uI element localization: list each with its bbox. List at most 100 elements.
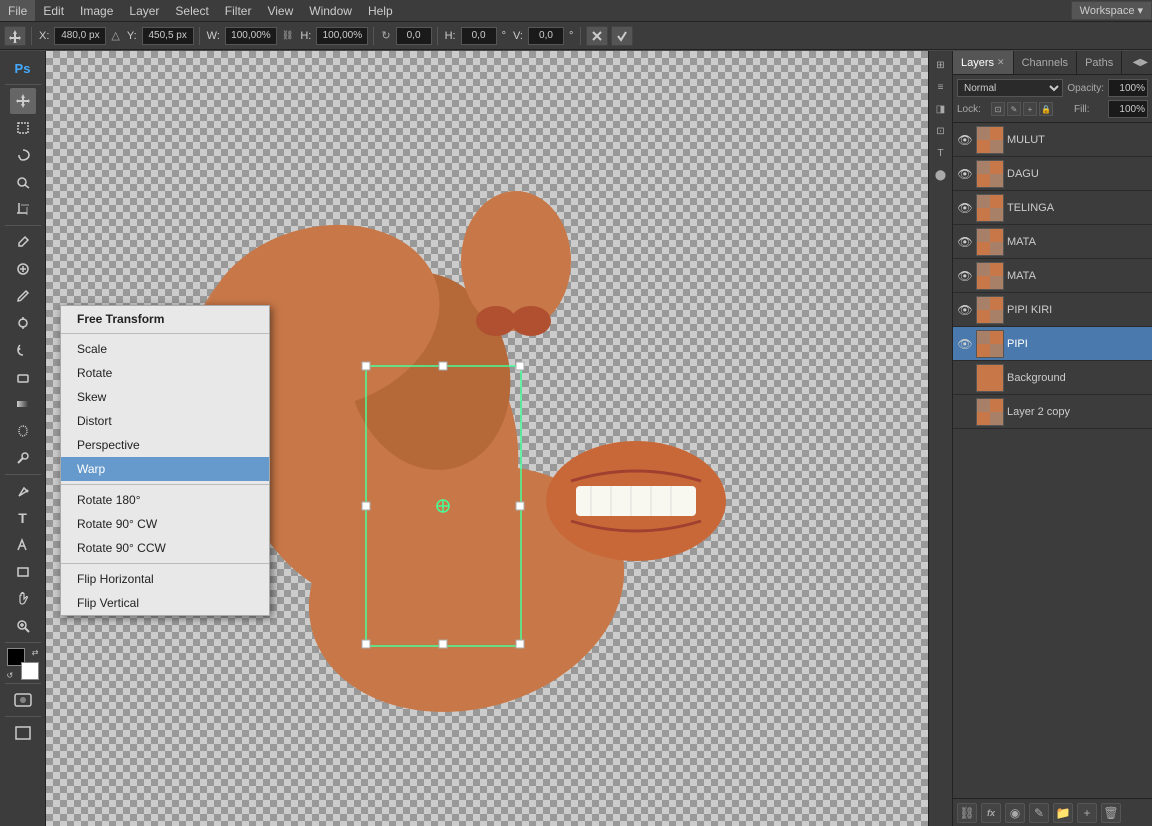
dodge-tool[interactable]: [10, 445, 36, 471]
h2-input[interactable]: [461, 27, 497, 45]
hand-tool[interactable]: [10, 586, 36, 612]
layer-item-dagu[interactable]: 👁 DAGU: [953, 157, 1152, 191]
menu-help[interactable]: Help: [360, 0, 401, 21]
foreground-background-colors[interactable]: ⇄ ↺: [7, 648, 39, 680]
fill-input[interactable]: [1108, 100, 1148, 118]
link-layers-icon[interactable]: ⛓: [957, 803, 977, 823]
menu-view[interactable]: View: [259, 0, 301, 21]
path-selection-tool[interactable]: [10, 532, 36, 558]
x-coord-input[interactable]: [54, 27, 106, 45]
ctx-rotate[interactable]: Rotate: [61, 361, 269, 385]
pen-tool[interactable]: [10, 478, 36, 504]
layer-item-background[interactable]: 👁 Background: [953, 361, 1152, 395]
layer-visibility-pipi[interactable]: 👁: [957, 336, 973, 352]
lock-position-icon[interactable]: +: [1023, 102, 1037, 116]
panel-arrow-icon[interactable]: ◀▶: [1129, 57, 1152, 68]
zoom-tool[interactable]: [10, 613, 36, 639]
lasso-tool[interactable]: [10, 142, 36, 168]
ctx-rotate-180[interactable]: Rotate 180°: [61, 488, 269, 512]
layer-item-pipi[interactable]: 👁 PIPI: [953, 327, 1152, 361]
layer-visibility-mata-2[interactable]: 👁: [957, 268, 973, 284]
ctx-scale[interactable]: Scale: [61, 337, 269, 361]
lock-transparent-icon[interactable]: ⊡: [991, 102, 1005, 116]
rectangle-shape-tool[interactable]: [10, 559, 36, 585]
move-tool[interactable]: [10, 88, 36, 114]
new-layer-icon[interactable]: +: [1077, 803, 1097, 823]
side-icon-5[interactable]: T: [931, 143, 951, 163]
lock-all-icon[interactable]: 🔒: [1039, 102, 1053, 116]
layer-item-pipi-kiri[interactable]: 👁 PIPI KIRI: [953, 293, 1152, 327]
delete-layer-icon[interactable]: 🗑: [1101, 803, 1121, 823]
layer-visibility-pipi-kiri[interactable]: 👁: [957, 302, 973, 318]
rotate-input[interactable]: [396, 27, 432, 45]
ctx-warp[interactable]: Warp: [61, 457, 269, 481]
layer-visibility-mata-1[interactable]: 👁: [957, 234, 973, 250]
layer-item-mulut[interactable]: 👁 MULUT: [953, 123, 1152, 157]
menu-select[interactable]: Select: [167, 0, 216, 21]
move-tool-icon[interactable]: [4, 26, 26, 46]
clone-stamp-tool[interactable]: [10, 310, 36, 336]
side-icon-6[interactable]: ⬤: [931, 165, 951, 185]
ctx-skew[interactable]: Skew: [61, 385, 269, 409]
y-coord-input[interactable]: [142, 27, 194, 45]
layer-visibility-mulut[interactable]: 👁: [957, 132, 973, 148]
lock-image-icon[interactable]: ✎: [1007, 102, 1021, 116]
menu-window[interactable]: Window: [301, 0, 360, 21]
rectangular-marquee-tool[interactable]: [10, 115, 36, 141]
brush-tool[interactable]: [10, 283, 36, 309]
v-input[interactable]: [528, 27, 564, 45]
spot-healing-tool[interactable]: [10, 256, 36, 282]
layer-visibility-telinga[interactable]: 👁: [957, 200, 973, 216]
blend-mode-select[interactable]: Normal Multiply Screen: [957, 79, 1063, 97]
ctx-rotate-90ccw[interactable]: Rotate 90° CCW: [61, 536, 269, 560]
eraser-tool[interactable]: [10, 364, 36, 390]
cancel-transform-icon[interactable]: [586, 26, 608, 46]
side-icon-2[interactable]: ≡: [931, 77, 951, 97]
layer-item-layer2copy[interactable]: 👁 Layer 2 copy: [953, 395, 1152, 429]
quick-selection-tool[interactable]: [10, 169, 36, 195]
screen-mode-tool[interactable]: [10, 720, 36, 746]
tab-channels[interactable]: Channels: [1014, 51, 1077, 74]
default-colors-icon[interactable]: ↺: [7, 671, 14, 680]
add-fx-icon[interactable]: fx: [981, 803, 1001, 823]
tab-layers[interactable]: Layers ✕: [953, 51, 1014, 74]
side-icon-3[interactable]: ◨: [931, 99, 951, 119]
adjustment-layer-icon[interactable]: ✎: [1029, 803, 1049, 823]
crop-tool[interactable]: [10, 196, 36, 222]
tab-paths[interactable]: Paths: [1077, 51, 1122, 74]
add-mask-icon[interactable]: ◉: [1005, 803, 1025, 823]
menu-filter[interactable]: Filter: [217, 0, 260, 21]
ctx-rotate-90cw[interactable]: Rotate 90° CW: [61, 512, 269, 536]
menu-layer[interactable]: Layer: [121, 0, 167, 21]
swap-colors-icon[interactable]: ⇄: [32, 648, 39, 657]
background-color[interactable]: [21, 662, 39, 680]
gradient-tool[interactable]: [10, 391, 36, 417]
h-input[interactable]: [316, 27, 368, 45]
toolbar-separator-3: [373, 27, 374, 45]
menu-file[interactable]: File: [0, 0, 35, 21]
ctx-free-transform[interactable]: Free Transform: [61, 306, 269, 330]
side-icon-1[interactable]: ⊞: [931, 55, 951, 75]
history-brush-tool[interactable]: [10, 337, 36, 363]
layer-item-telinga[interactable]: 👁 TELINGA: [953, 191, 1152, 225]
eyedropper-tool[interactable]: [10, 229, 36, 255]
workspace-button[interactable]: Workspace ▾: [1071, 1, 1152, 20]
quick-mask-tool[interactable]: [10, 687, 36, 713]
ctx-flip-horizontal[interactable]: Flip Horizontal: [61, 567, 269, 591]
layer-item-mata-1[interactable]: 👁 MATA: [953, 225, 1152, 259]
layer-item-mata-2[interactable]: 👁 MATA: [953, 259, 1152, 293]
opacity-input[interactable]: [1108, 79, 1148, 97]
layer-visibility-dagu[interactable]: 👁: [957, 166, 973, 182]
menu-edit[interactable]: Edit: [35, 0, 72, 21]
w-input[interactable]: [225, 27, 277, 45]
side-icon-4[interactable]: ⊡: [931, 121, 951, 141]
blur-tool[interactable]: [10, 418, 36, 444]
menu-image[interactable]: Image: [72, 0, 121, 21]
new-group-icon[interactable]: 📁: [1053, 803, 1073, 823]
commit-transform-icon[interactable]: [611, 26, 633, 46]
ctx-perspective[interactable]: Perspective: [61, 433, 269, 457]
tab-layers-close[interactable]: ✕: [997, 57, 1005, 68]
ctx-flip-vertical[interactable]: Flip Vertical: [61, 591, 269, 615]
ctx-distort[interactable]: Distort: [61, 409, 269, 433]
type-tool[interactable]: T: [10, 505, 36, 531]
